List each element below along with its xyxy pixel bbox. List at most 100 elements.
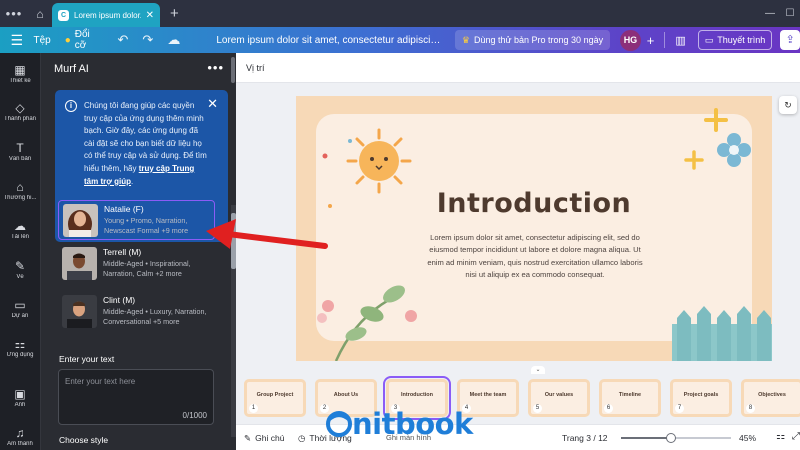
thumbnail-number: 6 [604, 404, 613, 413]
voice-item-natalie[interactable]: Natalie (F) Young • Promo, Narration, Ne… [58, 200, 215, 240]
rail-label: Thiết kế [9, 78, 31, 84]
elements-icon: ◇ [15, 101, 25, 115]
panel-scrollbar-top[interactable] [231, 57, 235, 83]
audio-icon: ♫ [15, 426, 25, 440]
refresh-icon[interactable]: ↻ [779, 96, 797, 114]
file-menu[interactable]: Tệp [33, 35, 50, 46]
rail-item-draw[interactable]: ✎ Vẽ [0, 259, 40, 280]
rail-item-projects[interactable]: ▭ Dự án [0, 298, 40, 319]
rail-label: Thương hi... [3, 195, 37, 201]
more-options-icon[interactable]: ••• [207, 60, 224, 75]
crown-icon: ♛ [461, 34, 470, 45]
rail-label: Thành phần [3, 116, 37, 122]
rail-item-brand[interactable]: ⌂ Thương hi... [0, 180, 40, 201]
notes-button[interactable]: ✎ Ghi chú [244, 433, 284, 444]
notes-icon: ✎ [244, 433, 252, 443]
slide[interactable]: Introduction Lorem ipsum dolor sit amet,… [296, 96, 772, 361]
share-icon[interactable]: ⇪ [780, 30, 800, 50]
rail-item-apps[interactable]: ⚏ Ứng dụng [0, 337, 40, 358]
voice-avatar [62, 247, 97, 280]
rail-item-uploads[interactable]: ☁ Tải lên [0, 219, 40, 240]
notes-label: Ghi chú [255, 433, 285, 443]
zoom-level[interactable]: 45% [739, 433, 756, 443]
crown-icon: ● [64, 34, 71, 46]
thumbnail-title: Objectives [758, 392, 786, 398]
thumbnail-number: 7 [675, 404, 684, 413]
voice-description: Middle-Aged • Luxury, Narration, Convers… [103, 307, 207, 326]
browser-menu-icon[interactable]: ••• [0, 6, 28, 21]
canvas-topbar: Vị trí [236, 53, 800, 83]
char-counter: 0/1000 [182, 411, 207, 420]
enter-text-label: Enter your text [59, 354, 115, 364]
zoom-slider-knob[interactable] [665, 433, 676, 443]
rail-item-design[interactable]: ▦ Thiết kế [0, 63, 40, 84]
document-title[interactable]: Lorem ipsum dolor sit amet, consectetur … [216, 35, 441, 46]
page-thumbnail[interactable]: Objectives 8 [741, 379, 800, 417]
rail-label: Dự án [11, 313, 29, 319]
rail-item-elements[interactable]: ◇ Thành phần [0, 101, 40, 122]
text-input-box[interactable]: 0/1000 [58, 369, 214, 425]
voice-avatar [63, 204, 98, 237]
tab-title: Lorem ipsum dolor... [74, 10, 141, 20]
voice-item-terrell[interactable]: Terrell (M) Middle-Aged • Inspirational,… [58, 244, 215, 284]
page-thumbnail[interactable]: Project goals 7 [670, 379, 732, 417]
rail-item-text[interactable]: T Văn bản [0, 141, 40, 162]
thumbnail-title: Timeline [618, 392, 642, 398]
analytics-icon[interactable]: ▥ [675, 34, 685, 47]
pro-trial-label: Dùng thử bản Pro trong 30 ngày [473, 35, 604, 45]
rail-item-audio[interactable]: ♫ Âm thanh [0, 426, 40, 447]
text-icon: T [16, 141, 24, 155]
choose-style-label: Choose style [59, 435, 109, 445]
pro-trial-button[interactable]: ♛ Dùng thử bản Pro trong 30 ngày [454, 30, 611, 50]
home-icon[interactable]: ⌂ [28, 7, 52, 21]
new-tab-button[interactable]: + [170, 5, 179, 22]
maximize-icon[interactable]: ☐ [780, 8, 800, 19]
canva-logo-icon: C [58, 9, 69, 21]
voice-name: Clint (M) [103, 295, 136, 305]
thumbnail-title: Introduction [400, 392, 434, 398]
page-thumbnail[interactable]: Timeline 6 [599, 379, 661, 417]
watermark-text: nitbook [352, 407, 473, 441]
slide-body[interactable]: Lorem ipsum dolor sit amet, consectetur … [426, 232, 644, 282]
page-thumbnail[interactable]: Our values 5 [528, 379, 590, 417]
voice-item-clint[interactable]: Clint (M) Middle-Aged • Luxury, Narratio… [58, 292, 215, 332]
undo-icon[interactable]: ↶ [118, 32, 129, 48]
left-rail: ▦ Thiết kế ◇ Thành phần T Văn bản ⌂ Thươ… [0, 53, 40, 450]
rail-item-photos[interactable]: ▣ Ảnh [0, 387, 40, 408]
page-thumbnail[interactable]: Group Project 1 [244, 379, 306, 417]
fullscreen-icon[interactable]: ⤢ [792, 431, 800, 442]
resize-button[interactable]: ● Đổi cỡ [65, 29, 104, 51]
info-message: Chúng tôi đang giúp các quyền truy cập c… [84, 101, 207, 173]
voice-name: Natalie (F) [104, 204, 144, 214]
page-indicator[interactable]: Trang 3 / 12 [562, 433, 608, 443]
close-icon[interactable]: ✕ [207, 96, 218, 112]
draw-icon: ✎ [14, 259, 26, 273]
photos-icon: ▣ [14, 387, 26, 401]
thumbnail-title: About Us [333, 392, 359, 398]
grid-view-icon[interactable]: ⚏ [776, 431, 785, 442]
flower-illustration [717, 133, 751, 167]
thumbnail-number: 8 [746, 404, 755, 413]
watermark-logo: nitbook [326, 408, 473, 440]
divider [664, 32, 666, 48]
tab-close-icon[interactable]: ✕ [146, 10, 154, 21]
design-icon: ▦ [14, 63, 26, 77]
collapse-strip-icon[interactable]: ⌄ [531, 366, 545, 374]
present-button[interactable]: ▭ Thuyết trình [697, 30, 773, 50]
position-button[interactable]: Vị trí [246, 63, 265, 73]
present-icon: ▭ [704, 34, 714, 45]
minimize-icon[interactable]: — [760, 8, 780, 19]
add-collaborator-icon[interactable]: + [647, 33, 655, 48]
projects-icon: ▭ [14, 298, 26, 312]
browser-tab[interactable]: C Lorem ipsum dolor... ✕ [52, 3, 160, 27]
hamburger-menu-icon[interactable]: ☰ [0, 32, 33, 49]
cloud-sync-icon[interactable]: ☁ [167, 32, 180, 48]
zoom-slider-fill [621, 437, 671, 439]
avatar[interactable]: HG [620, 29, 641, 51]
plant-illustration [317, 285, 417, 361]
present-label: Thuyết trình [717, 35, 766, 45]
redo-icon[interactable]: ↷ [142, 32, 153, 48]
voice-description: Middle-Aged • Inspirational, Narration, … [103, 259, 191, 278]
slide-title[interactable]: Introduction [296, 188, 772, 219]
fence-illustration [672, 306, 772, 361]
